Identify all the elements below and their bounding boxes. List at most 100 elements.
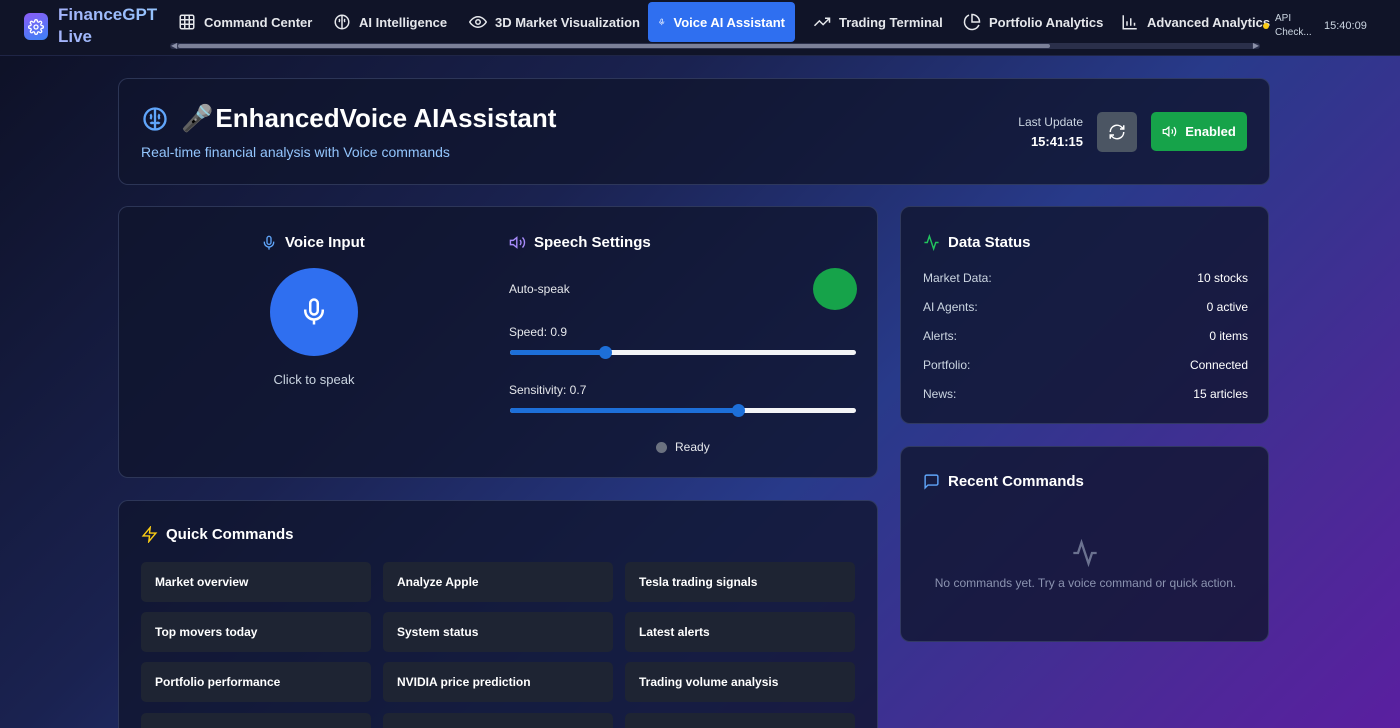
scroll-left-icon[interactable]: ◀: [171, 41, 177, 50]
sensitivity-slider-fill: [510, 408, 738, 413]
sensitivity-slider[interactable]: [510, 404, 856, 417]
activity-icon: [924, 234, 939, 251]
quick-commands-card: Quick Commands Market overview Analyze A…: [118, 500, 878, 728]
status-value: 0 items: [1209, 329, 1248, 343]
bar-chart-icon: [1122, 15, 1137, 30]
brain-icon: [143, 106, 167, 131]
app-logo-text: FinanceGPT Live: [58, 4, 168, 48]
scroll-right-icon[interactable]: ▶: [1253, 41, 1259, 50]
speaker-icon: [509, 236, 526, 249]
enabled-label: Enabled: [1185, 124, 1236, 139]
status-key: News:: [923, 387, 957, 401]
mic-record-button[interactable]: [270, 268, 358, 356]
data-status-title: Data Status: [923, 234, 1031, 251]
mic-icon: [659, 18, 665, 26]
voice-card: Voice Input Click to speak Speech Settin…: [118, 206, 878, 478]
voice-input-title-text: Voice Input: [285, 234, 365, 251]
quick-command-button[interactable]: Analyze Apple: [383, 562, 613, 602]
quick-commands-title: Quick Commands: [141, 526, 294, 543]
voice-enabled-button[interactable]: Enabled: [1151, 112, 1247, 151]
quick-commands-title-text: Quick Commands: [166, 526, 294, 543]
data-status-card: Data Status Market Data: 10 stocks AI Ag…: [900, 206, 1269, 424]
quick-command-button[interactable]: Latest alerts: [625, 612, 855, 652]
status-key: Market Data:: [923, 271, 992, 285]
sensitivity-label: Sensitivity: 0.7: [509, 383, 587, 397]
data-status-title-text: Data Status: [948, 234, 1031, 251]
settings-icon[interactable]: [24, 13, 48, 40]
tab-label: AI Intelligence: [359, 14, 448, 30]
api-status-text: API Check...: [1275, 13, 1312, 38]
quick-command-button[interactable]: Top movers today: [141, 612, 371, 652]
message-square-icon: [924, 474, 939, 490]
status-row-news: News: 15 articles: [923, 387, 1248, 401]
status-key: Alerts:: [923, 329, 958, 343]
tab-label: Portfolio Analytics: [989, 14, 1104, 30]
brain-icon: [334, 14, 350, 30]
voice-input-title: Voice Input: [261, 234, 365, 251]
header-card: 🎤 EnhancedVoice AIAssistant Real-time fin…: [118, 78, 1270, 185]
tab-label: Voice AI Assistant: [673, 14, 786, 30]
tab-ai-intelligence[interactable]: AI Intelligence: [323, 2, 457, 42]
tab-voice-ai-assistant[interactable]: Voice AI Assistant: [648, 2, 795, 42]
click-to-speak-label: Click to speak: [273, 372, 355, 387]
quick-command-button[interactable]: Tesla trading signals: [625, 562, 855, 602]
recent-commands-card: Recent Commands No commands yet. Try a v…: [900, 446, 1269, 642]
title-emoji: 🎤: [181, 103, 214, 133]
last-update-time: 15:41:15: [1030, 134, 1083, 149]
grid-icon: [179, 14, 195, 30]
tab-scrollbar[interactable]: ◀ ▶: [170, 41, 1260, 50]
status-row-market-data: Market Data: 10 stocks: [923, 271, 1248, 285]
tab-command-center[interactable]: Command Center: [168, 2, 322, 42]
status-row-alerts: Alerts: 0 items: [923, 329, 1248, 343]
tab-label: Advanced Analytics: [1147, 14, 1271, 30]
page-title: 🎤 EnhancedVoice AIAssistant: [141, 103, 556, 134]
tab-trading-terminal[interactable]: Trading Terminal: [803, 2, 953, 42]
last-update-label: Last Update: [1018, 115, 1083, 129]
status-key: Portfolio:: [923, 358, 971, 372]
speed-slider-fill: [510, 350, 605, 355]
auto-speak-label: Auto-speak: [509, 282, 570, 296]
auto-speak-toggle[interactable]: [813, 268, 857, 310]
recent-commands-title: Recent Commands: [923, 473, 1084, 490]
scrollbar-thumb[interactable]: [178, 44, 1050, 48]
speech-settings-title: Speech Settings: [509, 234, 651, 251]
speech-settings-title-text: Speech Settings: [534, 234, 651, 251]
status-value: 0 active: [1206, 300, 1248, 314]
tab-advanced-analytics[interactable]: Advanced Analytics: [1111, 2, 1280, 42]
empty-state-text: No commands yet. Try a voice command or …: [934, 576, 1237, 590]
quick-command-button[interactable]: Trading volume analysis: [625, 662, 855, 702]
activity-icon: [1071, 538, 1099, 572]
quick-command-button[interactable]: Portfolio performance: [141, 662, 371, 702]
tab-portfolio-analytics[interactable]: Portfolio Analytics: [953, 2, 1113, 42]
status-value: 10 stocks: [1197, 271, 1248, 285]
sensitivity-slider-thumb[interactable]: [732, 404, 745, 417]
zap-icon: [141, 526, 158, 543]
quick-command-button[interactable]: [383, 713, 613, 728]
status-value: Connected: [1189, 358, 1248, 372]
speed-label: Speed: 0.9: [509, 325, 568, 339]
status-row-portfolio: Portfolio: Connected: [923, 358, 1248, 372]
quick-command-button[interactable]: Market overview: [141, 562, 371, 602]
tab-3d-market-visualization[interactable]: 3D Market Visualization: [459, 2, 650, 42]
trending-up-icon: [813, 17, 831, 27]
voice-status-text: Ready: [675, 440, 710, 454]
volume-icon: [1162, 125, 1177, 138]
voice-status: Ready: [656, 440, 710, 454]
refresh-button[interactable]: [1097, 112, 1137, 152]
quick-command-button[interactable]: [141, 713, 371, 728]
tab-label: 3D Market Visualization: [495, 14, 640, 30]
tab-label: Command Center: [204, 14, 313, 30]
refresh-icon: [1109, 124, 1125, 140]
page-subtitle: Real-time financial analysis with Voice …: [141, 144, 450, 160]
recent-commands-title-text: Recent Commands: [948, 473, 1084, 490]
quick-command-button[interactable]: NVIDIA price prediction: [383, 662, 613, 702]
status-dot-icon: [1263, 23, 1269, 29]
api-status: API Check...: [1263, 12, 1315, 40]
mic-icon: [263, 235, 275, 250]
eye-icon: [469, 15, 487, 29]
status-dot-icon: [656, 441, 667, 453]
quick-command-button[interactable]: System status: [383, 612, 613, 652]
speed-slider-thumb[interactable]: [599, 346, 612, 359]
speed-slider[interactable]: [510, 346, 856, 359]
quick-command-button[interactable]: [625, 713, 855, 728]
